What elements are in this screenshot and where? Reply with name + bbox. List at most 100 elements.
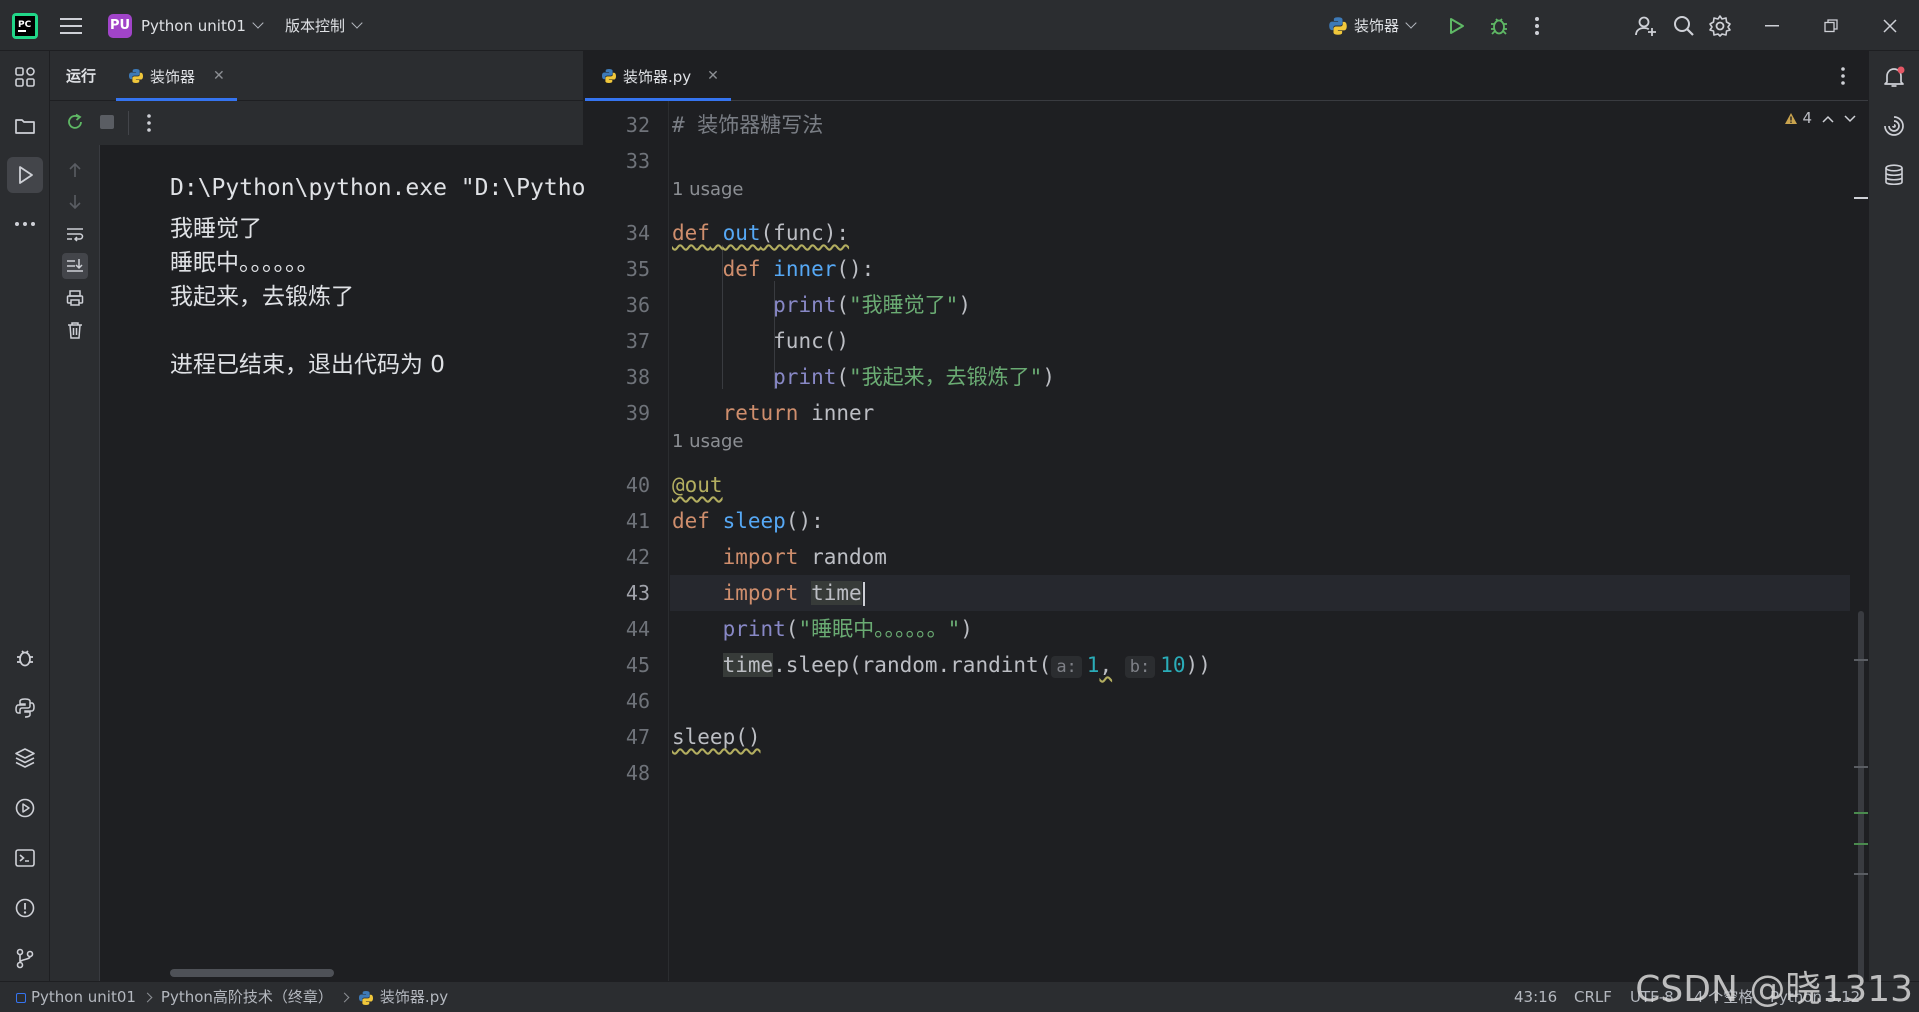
chevron-right-icon <box>142 992 153 1003</box>
git-branch-icon[interactable] <box>7 940 43 976</box>
python-packages-icon[interactable] <box>7 740 43 776</box>
scroll-to-end-icon[interactable] <box>62 253 88 279</box>
line-number: 41 <box>625 509 650 533</box>
more-actions-icon[interactable] <box>1534 0 1540 51</box>
close-tab-icon[interactable]: ✕ <box>707 68 719 84</box>
chevron-down-icon <box>252 17 264 29</box>
project-name: Python unit01 <box>141 16 246 35</box>
more-tools-icon[interactable] <box>7 206 43 242</box>
string-literal: "睡眠中。。。。。。" <box>798 617 961 641</box>
editor-tab-bar: 装饰器.py ✕ <box>585 51 1868 101</box>
ai-assistant-icon[interactable] <box>1876 108 1912 144</box>
number-literal: 1 <box>1086 653 1100 677</box>
line-number: 48 <box>625 761 650 785</box>
line-number-gutter[interactable]: 32 33 34 35 36 37 38 39 40 41 42 43 44 4… <box>585 101 669 981</box>
notifications-bell-icon[interactable] <box>1876 59 1912 95</box>
console-side-toolbar <box>50 145 100 981</box>
line-separator[interactable]: CRLF <box>1574 982 1612 1012</box>
settings-gear-icon[interactable] <box>1708 0 1732 51</box>
chevron-right-icon <box>339 992 350 1003</box>
code-line: @out <box>670 467 1850 503</box>
decorator: @out <box>672 473 723 497</box>
main-menu-icon[interactable] <box>60 0 82 51</box>
usage-hint[interactable]: 1 usage <box>672 179 744 200</box>
editor-scrollbar[interactable] <box>1856 611 1866 981</box>
code-editor[interactable]: # 装饰器糖写法 1 usage def out(func): def inne… <box>670 101 1850 981</box>
scroll-marker <box>1854 843 1868 845</box>
breadcrumb-item[interactable]: 装饰器.py <box>380 988 448 1006</box>
python-file-icon <box>358 990 373 1005</box>
line-number: 36 <box>625 293 650 317</box>
usage-hint[interactable]: 1 usage <box>672 431 744 452</box>
keyword: return <box>722 401 799 425</box>
line-number: 47 <box>625 725 650 749</box>
project-module-icon <box>16 992 26 1003</box>
app-logo-icon[interactable]: PC <box>12 0 38 51</box>
trash-icon[interactable] <box>62 317 88 343</box>
more-options-icon[interactable] <box>146 113 152 137</box>
code-text: sleep() <box>672 725 761 749</box>
vcs-label: 版本控制 <box>285 17 346 35</box>
chevron-down-icon <box>351 17 363 29</box>
builtin: print <box>773 293 837 317</box>
run-icon[interactable] <box>1446 0 1466 51</box>
search-icon[interactable] <box>1672 0 1696 51</box>
rerun-icon[interactable] <box>64 111 86 137</box>
run-tab-bar: 运行 装饰器 ✕ <box>50 51 584 101</box>
line-number: 46 <box>625 689 650 713</box>
run-tab-label: 装饰器 <box>150 67 196 86</box>
database-icon[interactable] <box>1876 157 1912 193</box>
line-number: 40 <box>625 473 650 497</box>
keyword: def <box>672 509 710 533</box>
services-icon[interactable] <box>7 790 43 826</box>
add-user-icon[interactable] <box>1634 0 1658 51</box>
code-line: func() <box>670 323 1850 359</box>
code-line: time.sleep(random.randint(a: 1, b: 10)) <box>670 647 1850 683</box>
terminal-icon[interactable] <box>7 840 43 876</box>
project-folder-icon[interactable] <box>7 108 43 144</box>
function-name: inner <box>773 257 837 281</box>
vcs-menu[interactable]: 版本控制 <box>285 0 363 51</box>
close-tab-icon[interactable]: ✕ <box>213 68 225 84</box>
python-icon <box>1329 16 1347 35</box>
stop-icon[interactable] <box>100 115 114 133</box>
minimize-button[interactable] <box>1743 0 1801 51</box>
code-line: print("睡眠中。。。。。。") <box>670 611 1850 647</box>
code-text: ) <box>960 617 973 641</box>
toolbar-divider <box>128 111 129 135</box>
debug-icon[interactable] <box>1488 0 1510 51</box>
code-line: def inner(): <box>670 251 1850 287</box>
code-line: sleep() <box>670 719 1850 755</box>
scroll-down-icon[interactable] <box>62 189 88 215</box>
debug-tool-icon[interactable] <box>7 640 43 676</box>
run-tool-icon[interactable] <box>7 157 43 193</box>
code-text: (func): <box>760 221 850 245</box>
run-tool-window: 运行 装饰器 ✕ D:\Python\python.exe "D:\Python… <box>50 51 584 981</box>
problems-icon[interactable] <box>7 890 43 926</box>
project-selector[interactable]: PU Python unit01 <box>108 0 264 51</box>
horizontal-scrollbar[interactable] <box>170 969 334 977</box>
close-window-button[interactable] <box>1861 0 1919 51</box>
run-config-selector[interactable]: 装饰器 <box>1328 0 1417 51</box>
structure-icon[interactable] <box>7 59 43 95</box>
param-hint: a: <box>1051 656 1082 678</box>
console-output[interactable]: D:\Python\python.exe "D:\Python 我睡觉了 睡眠中… <box>100 145 584 981</box>
caret-position[interactable]: 43:16 <box>1514 982 1557 1012</box>
run-tab-decorator[interactable]: 装饰器 ✕ <box>116 51 237 101</box>
code-text: (): <box>836 257 875 281</box>
python-console-icon[interactable] <box>7 690 43 726</box>
restore-button[interactable] <box>1802 0 1860 51</box>
code-line: def out(func): <box>670 215 1850 251</box>
scroll-marker <box>1854 659 1868 661</box>
print-icon[interactable] <box>62 285 88 311</box>
editor-tabs-more-icon[interactable] <box>1840 66 1846 90</box>
breadcrumb-item[interactable]: Python高阶技术（终章） <box>161 988 333 1006</box>
editor-tab-decorator-py[interactable]: 装饰器.py ✕ <box>585 51 731 101</box>
soft-wrap-icon[interactable] <box>62 221 88 247</box>
python-icon <box>129 69 143 83</box>
scroll-up-icon[interactable] <box>62 157 88 183</box>
string-literal: "我起来，去锻炼了" <box>849 365 1043 389</box>
scrollbar-thumb[interactable] <box>1858 611 1864 981</box>
function-name: out <box>722 221 761 245</box>
breadcrumb-item[interactable]: Python unit01 <box>31 988 136 1006</box>
